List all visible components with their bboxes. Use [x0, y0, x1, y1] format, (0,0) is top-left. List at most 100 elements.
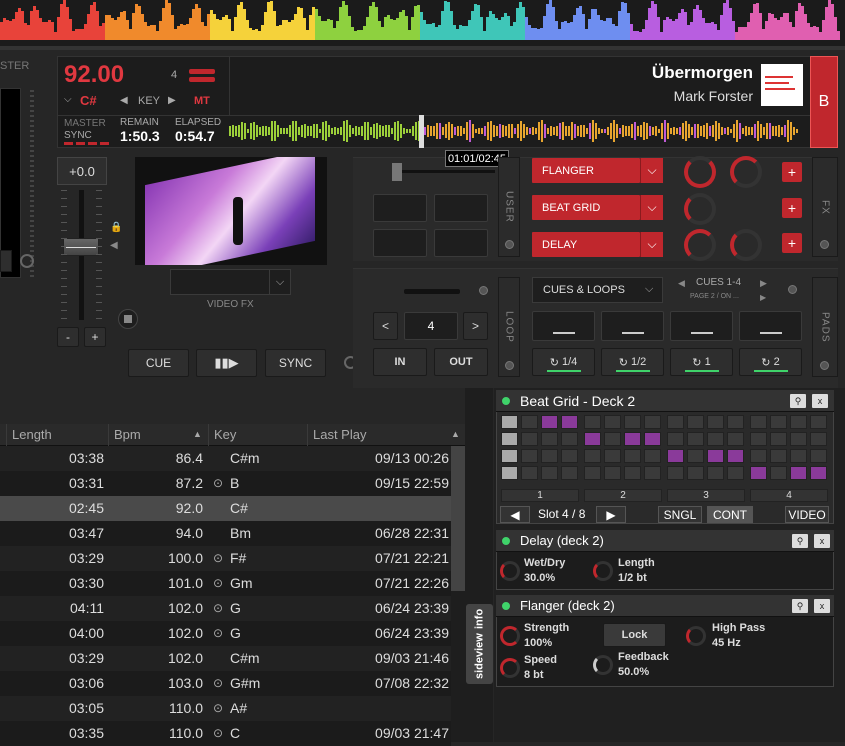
beat-pad[interactable] [644, 432, 661, 446]
deck-b-button[interactable]: B [810, 56, 838, 148]
beat-group-label[interactable]: 1 [501, 489, 579, 502]
fx-slot-3[interactable]: DELAY [532, 232, 640, 257]
beat-pad[interactable] [810, 466, 827, 480]
video-button[interactable]: VIDEO [785, 506, 829, 523]
fx1-knob-a[interactable] [684, 156, 716, 188]
beat-pad[interactable] [770, 432, 787, 446]
beat-pad[interactable] [770, 466, 787, 480]
beat-pad[interactable] [687, 466, 704, 480]
flanger-speed-knob[interactable] [500, 658, 520, 678]
beat-pad[interactable] [727, 415, 744, 429]
beat-pad[interactable] [727, 466, 744, 480]
user-pad-2[interactable] [434, 194, 488, 222]
beat-pad[interactable] [604, 466, 621, 480]
beat-pad[interactable] [810, 432, 827, 446]
delay-length-knob[interactable] [593, 561, 613, 581]
beat-pad[interactable] [604, 415, 621, 429]
beat-pad[interactable] [667, 432, 684, 446]
beat-pad[interactable] [644, 466, 661, 480]
table-row[interactable]: 03:30 101.0 ⊙ Gm 07/21 22:26 [0, 571, 451, 596]
elapsed-time[interactable]: 0:54.7 [175, 128, 215, 144]
delay-close-icon[interactable]: x [814, 534, 830, 548]
slot-prev-button[interactable]: ◀ [500, 506, 530, 523]
beat-pad[interactable] [521, 432, 538, 446]
loop-double-button[interactable]: > [463, 312, 488, 340]
table-row[interactable]: 04:00 102.0 ⊙ G 06/24 23:39 [0, 621, 451, 646]
beat-pad[interactable] [501, 449, 518, 463]
left-dropdown[interactable] [0, 250, 12, 272]
cue-pad-4[interactable] [739, 311, 802, 341]
fx-slot-2[interactable]: BEAT GRID [532, 195, 640, 220]
beat-pad[interactable] [521, 466, 538, 480]
pad-page-sub-right-icon[interactable]: ▶ [760, 293, 766, 302]
beat-pad[interactable] [750, 432, 767, 446]
flanger-strength-knob[interactable] [500, 626, 520, 646]
cue-pad-3[interactable] [670, 311, 733, 341]
beatgrid-pin-icon[interactable]: ⚲ [790, 394, 806, 408]
flanger-pin-icon[interactable]: ⚲ [792, 599, 808, 613]
key-right-arrow-icon[interactable]: ▶ [168, 95, 176, 106]
beat-pad[interactable] [561, 466, 578, 480]
fx-slot-1-chevron-icon[interactable]: ⌵ [640, 158, 663, 183]
delay-pin-icon[interactable]: ⚲ [792, 534, 808, 548]
beat-pad[interactable] [727, 449, 744, 463]
beat-pad[interactable] [521, 415, 538, 429]
beat-pad[interactable] [687, 415, 704, 429]
video-left-arrow-icon[interactable]: ◀ [110, 240, 118, 251]
pitch-display[interactable]: +0.0 [57, 157, 107, 185]
table-row[interactable]: 03:05 110.0 ⊙ A# [0, 696, 451, 721]
track-waveform[interactable] [229, 115, 811, 148]
cue-pad-1[interactable] [532, 311, 595, 341]
cue-pad-2[interactable] [601, 311, 664, 341]
beat-pad[interactable] [624, 466, 641, 480]
beat-pad[interactable] [541, 432, 558, 446]
delay-wetdry-knob[interactable] [500, 561, 520, 581]
flanger-close-icon[interactable]: x [814, 599, 830, 613]
user-pad-1[interactable] [373, 194, 427, 222]
table-row[interactable]: 02:45 92.0 C# [0, 496, 451, 521]
user-slider-track[interactable] [395, 170, 495, 173]
overview-waveform[interactable] [0, 0, 845, 46]
table-row[interactable]: 03:47 94.0 Bm 06/28 22:31 [0, 521, 451, 546]
beat-pad[interactable] [790, 449, 807, 463]
sideview-info-tab[interactable]: sideview info [466, 604, 493, 684]
beat-pad[interactable] [667, 466, 684, 480]
pad-page-left-icon[interactable]: ◀ [678, 278, 685, 289]
pad-mode-select[interactable]: CUES & LOOPS [532, 277, 663, 303]
beat-pad[interactable] [541, 449, 558, 463]
user-pad-4[interactable] [434, 229, 488, 257]
user-slider-handle[interactable] [392, 163, 402, 181]
loop-dot-top[interactable] [479, 286, 488, 295]
beat-pad[interactable] [750, 449, 767, 463]
beat-pad[interactable] [770, 415, 787, 429]
beat-pad[interactable] [501, 415, 518, 429]
flanger-active-dot[interactable] [502, 602, 510, 610]
flanger-lock-button[interactable]: Lock [603, 623, 666, 647]
beat-pad[interactable] [561, 449, 578, 463]
pad-page-right-icon[interactable]: ▶ [760, 278, 767, 289]
remain-time[interactable]: 1:50.3 [120, 128, 160, 144]
col-lastplay[interactable]: Last Play [307, 424, 447, 446]
video-preview[interactable] [135, 157, 327, 265]
pitch-minus-button[interactable]: - [57, 327, 79, 347]
beat-pad[interactable] [707, 449, 724, 463]
loop-size-display[interactable]: 4 [404, 312, 458, 340]
beat-pad[interactable] [707, 415, 724, 429]
beat-pad[interactable] [707, 432, 724, 446]
table-row[interactable]: 03:06 103.0 ⊙ G#m 07/08 22:32 [0, 671, 451, 696]
fx-slot-1[interactable]: FLANGER [532, 158, 640, 183]
loop-roll-2[interactable]: ↻ 1/2 [601, 348, 664, 376]
beat-pad[interactable] [604, 432, 621, 446]
loop-out-button[interactable]: OUT [434, 348, 488, 376]
fx-slot-3-plus-button[interactable]: + [782, 233, 802, 253]
beat-pad[interactable] [644, 449, 661, 463]
fx-slot-2-plus-button[interactable]: + [782, 198, 802, 218]
pad-mode-chevron-icon[interactable]: ⌵ [645, 283, 653, 296]
table-row[interactable]: 03:38 86.4 C#m 09/13 00:26 [0, 446, 451, 471]
key-chevron-icon[interactable]: ⌵ [64, 94, 72, 105]
beat-pad[interactable] [624, 449, 641, 463]
fx-slot-2-chevron-icon[interactable]: ⌵ [640, 195, 663, 220]
table-row[interactable]: 03:31 87.2 ⊙ B 09/15 22:59 [0, 471, 451, 496]
slot-next-button[interactable]: ▶ [596, 506, 626, 523]
loop-in-button[interactable]: IN [373, 348, 427, 376]
